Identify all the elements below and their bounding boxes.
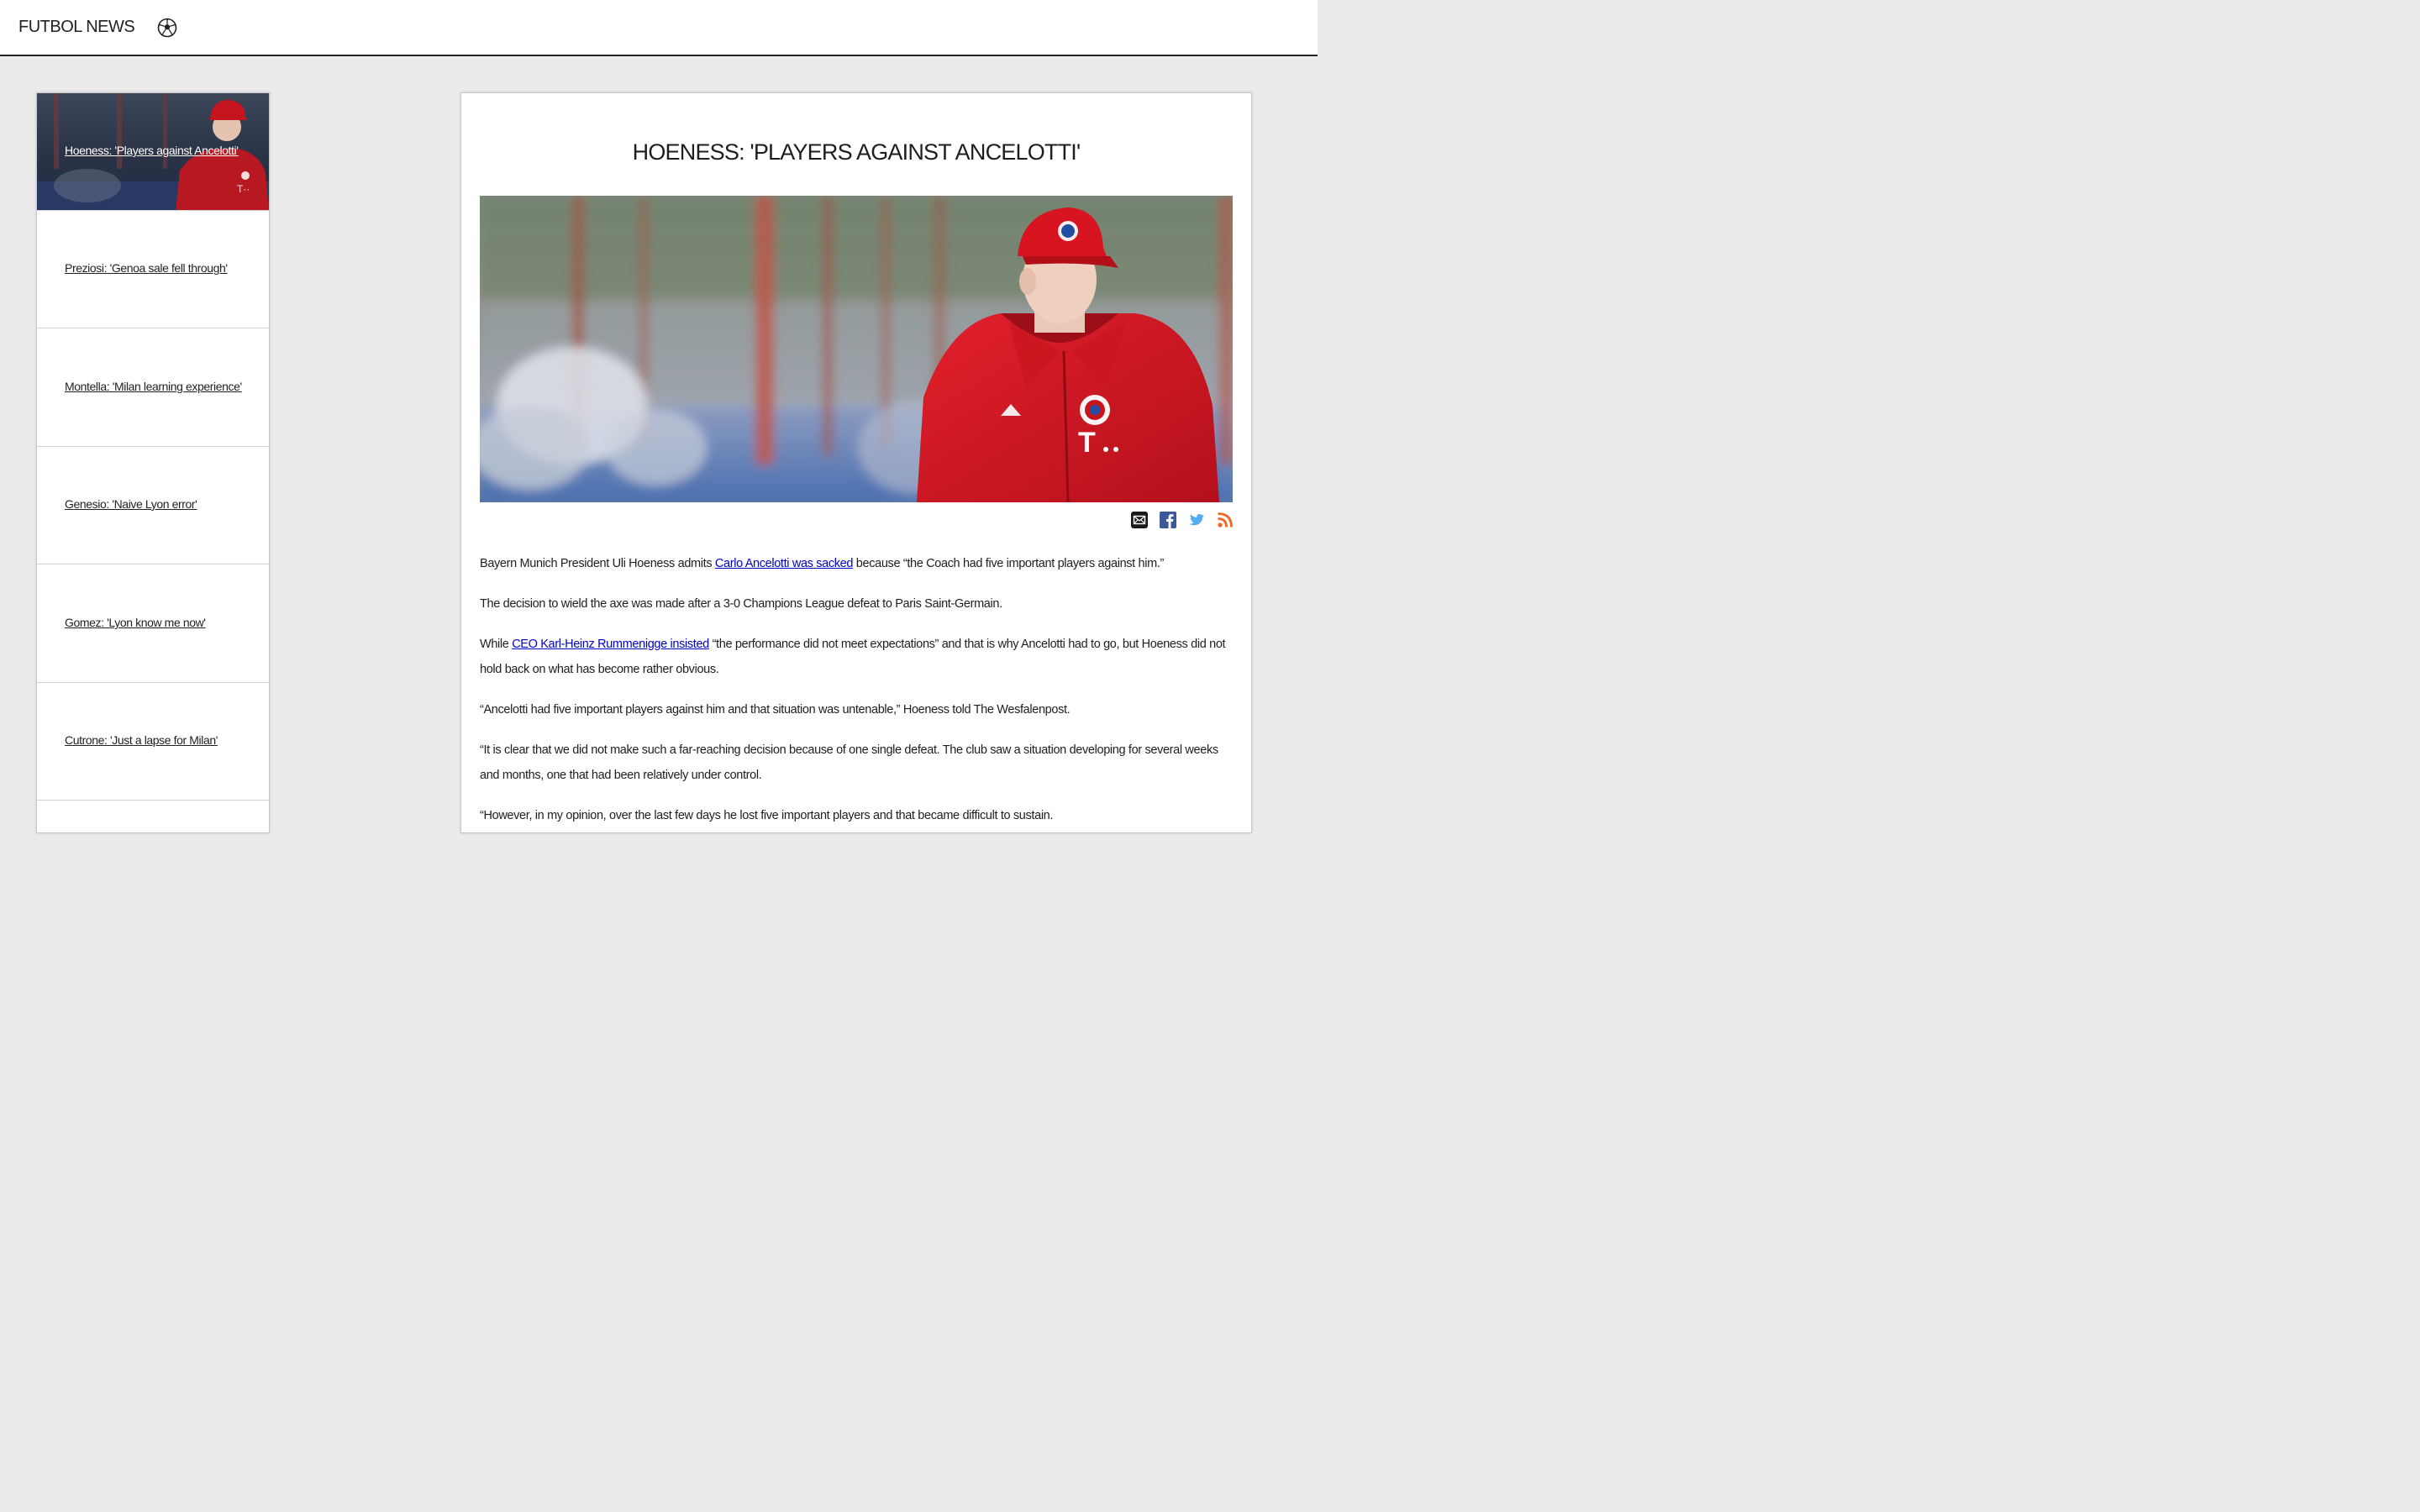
article-hero-image: T: [480, 196, 1233, 502]
facebook-icon[interactable]: [1160, 512, 1176, 528]
soccer-ball-icon: [157, 18, 177, 38]
sidebar-item[interactable]: Preziosi: 'Genoa sale fell through': [37, 211, 269, 328]
article-body: Bayern Munich President Uli Hoeness admi…: [480, 551, 1228, 832]
sidebar-item-label[interactable]: Cutrone: 'Just a lapse for Milan': [65, 733, 218, 747]
article-paragraph: “It is clear that we did not make such a…: [480, 743, 1218, 782]
sidebar-item[interactable]: Montella: 'Milan learning experience': [37, 329, 269, 447]
rummenigge-insisted-link[interactable]: CEO Karl-Heinz Rummenigge insisted: [512, 638, 709, 651]
article-card: HOENESS: 'PLAYERS AGAINST ANCELOTTI' T B…: [460, 92, 1252, 833]
article-paragraph: Bayern Munich President Uli Hoeness admi…: [480, 551, 1228, 576]
sidebar-item[interactable]: Genesio: 'Naive Lyon error': [37, 447, 269, 564]
paragraph-text: because “the Coach had five important pl…: [853, 557, 1165, 570]
sidebar-item-featured[interactable]: T·· Hoeness: 'Players against Ancelotti': [37, 93, 269, 211]
sidebar-item-label[interactable]: Preziosi: 'Genoa sale fell through': [65, 261, 228, 275]
related-news-sidebar: T·· Hoeness: 'Players against Ancelotti'…: [36, 92, 270, 833]
sidebar-item-label[interactable]: Gomez: 'Lyon know me now': [65, 616, 206, 629]
sidebar-item-label[interactable]: Hoeness: 'Players against Ancelotti': [65, 144, 239, 157]
article-title: HOENESS: 'PLAYERS AGAINST ANCELOTTI': [632, 139, 1081, 165]
sidebar-item-label[interactable]: Genesio: 'Naive Lyon error': [65, 497, 197, 511]
paragraph-text: While: [480, 638, 513, 651]
rss-icon[interactable]: [1217, 512, 1234, 528]
sidebar-item[interactable]: [37, 801, 269, 832]
article-paragraph: While CEO Karl-Heinz Rummenigge insisted…: [480, 632, 1228, 682]
article-paragraph: “However, in my opinion, over the last f…: [480, 809, 1054, 822]
paragraph-text: Bayern Munich President Uli Hoeness admi…: [480, 557, 715, 570]
site-header: FUTBOL NEWS: [0, 0, 1318, 56]
ancelotti-sacked-link[interactable]: Carlo Ancelotti was sacked: [715, 557, 854, 570]
article-paragraph: “Ancelotti had five important players ag…: [480, 703, 1071, 717]
svg-text:T··: T··: [237, 183, 250, 195]
twitter-icon[interactable]: [1188, 512, 1205, 528]
sidebar-item[interactable]: Cutrone: 'Just a lapse for Milan': [37, 683, 269, 801]
sidebar-item-label[interactable]: Montella: 'Milan learning experience': [65, 380, 242, 393]
email-icon[interactable]: [1131, 512, 1148, 528]
share-bar: [1129, 512, 1234, 530]
sidebar-item[interactable]: Gomez: 'Lyon know me now': [37, 565, 269, 683]
article-paragraph: The decision to wield the axe was made a…: [480, 597, 1002, 611]
site-title[interactable]: FUTBOL NEWS: [18, 17, 135, 37]
svg-text:T: T: [1078, 427, 1096, 459]
